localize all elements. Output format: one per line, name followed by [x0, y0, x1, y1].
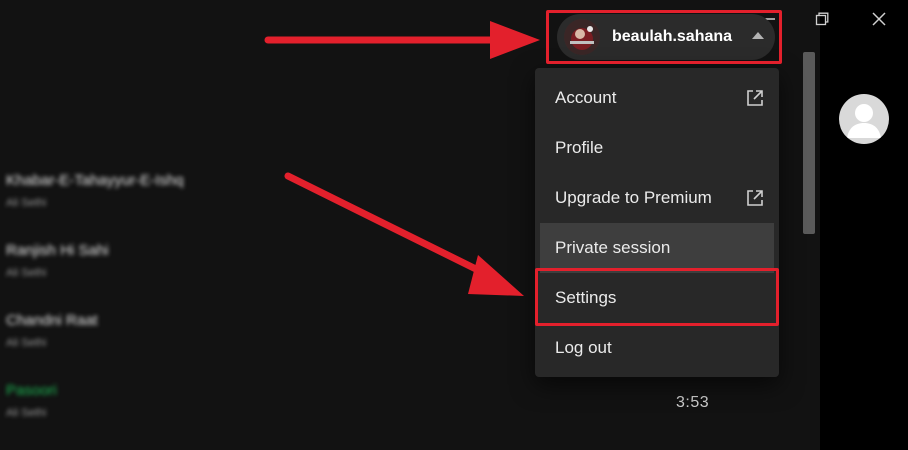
- friend-avatar-icon[interactable]: [839, 94, 889, 144]
- menu-item-label: Log out: [555, 338, 612, 357]
- highlight-box-settings: [535, 268, 779, 326]
- menu-item-label: Private session: [555, 238, 671, 257]
- track-title: Ranjish Hi Sahi: [6, 242, 109, 259]
- track-artist: Ali Sethi: [6, 407, 47, 419]
- menu-item-log-out[interactable]: Log out: [535, 323, 779, 373]
- external-link-icon: [745, 88, 765, 108]
- track-title: Chandni Raat: [6, 312, 98, 329]
- friend-activity-panel: [820, 0, 908, 450]
- track-artist: Ali Sethi: [6, 267, 47, 279]
- scrollbar-thumb[interactable]: [803, 52, 815, 234]
- track-artist: Ali Sethi: [6, 197, 47, 209]
- track-row[interactable]: Chandni Raat Ali Sethi: [6, 312, 276, 349]
- user-dropdown-menu: Account Profile Upgrade to Premium Priva…: [535, 68, 779, 377]
- track-artist: Ali Sethi: [6, 337, 47, 349]
- highlight-box-user-menu: [546, 10, 782, 64]
- close-icon[interactable]: [864, 6, 894, 32]
- track-duration: 3:53: [676, 394, 710, 411]
- restore-icon[interactable]: [807, 6, 837, 32]
- menu-item-account[interactable]: Account: [535, 73, 779, 123]
- menu-item-label: Profile: [555, 138, 604, 157]
- menu-item-profile[interactable]: Profile: [535, 123, 779, 173]
- track-row[interactable]: Khabar-E-Tahayyur-E-Ishq Ali Sethi: [6, 172, 276, 209]
- menu-item-label: Upgrade to Premium: [555, 188, 712, 207]
- menu-item-upgrade-premium[interactable]: Upgrade to Premium: [535, 173, 779, 223]
- menu-item-label: Account: [555, 88, 617, 107]
- track-title: Khabar-E-Tahayyur-E-Ishq: [6, 172, 184, 189]
- track-row[interactable]: Ranjish Hi Sahi Ali Sethi: [6, 242, 276, 279]
- menu-item-private-session[interactable]: Private session: [540, 223, 774, 273]
- track-row-playing[interactable]: Pasoori Ali Sethi: [6, 382, 276, 419]
- track-title: Pasoori: [6, 382, 57, 399]
- external-link-icon: [745, 188, 765, 208]
